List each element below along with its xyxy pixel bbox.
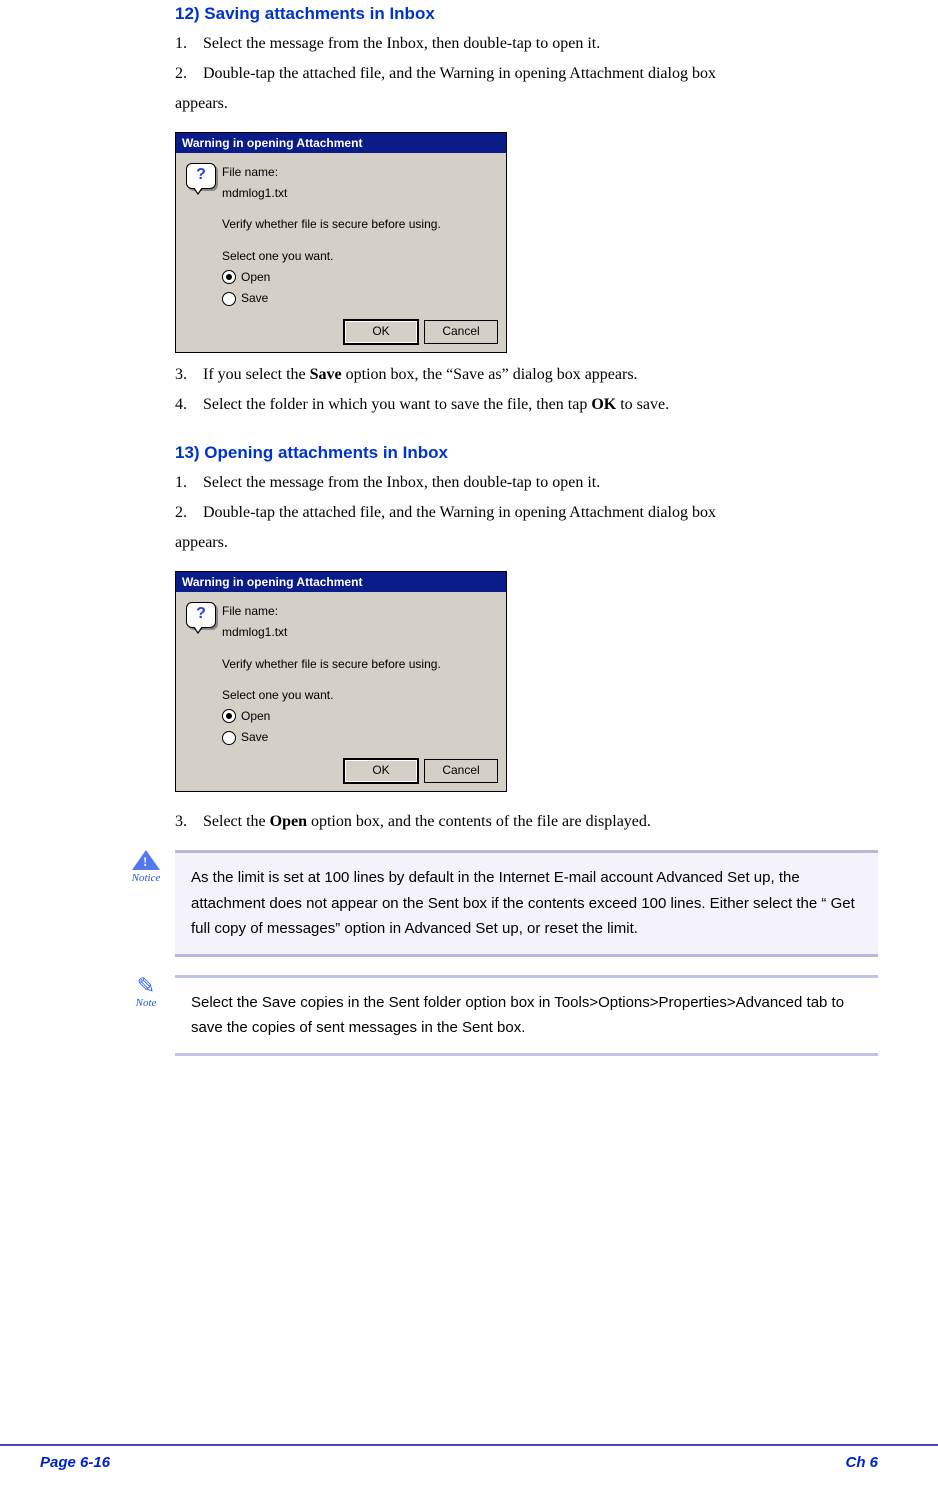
radio-save[interactable]: Save (222, 289, 496, 308)
step-number: 1. (175, 32, 199, 56)
verify-text: Verify whether file is secure before usi… (222, 215, 496, 234)
question-balloon-icon: ? (186, 602, 222, 749)
step-text: If you select the Save option box, the “… (203, 366, 638, 383)
filename-label: File name: (222, 602, 496, 621)
step-number: 2. (175, 501, 199, 525)
step-number: 3. (175, 810, 199, 834)
select-text: Select one you want. (222, 686, 496, 705)
note-label: Note (125, 997, 167, 1009)
step-12-1: 1. Select the message from the Inbox, th… (175, 32, 878, 56)
notice-label: Notice (125, 872, 167, 884)
filename-label: File name: (222, 163, 496, 182)
step-text: Select the Open option box, and the cont… (203, 813, 651, 830)
question-balloon-icon: ? (186, 163, 222, 310)
section-12-heading: 12) Saving attachments in Inbox (175, 4, 878, 24)
step-text: Select the message from the Inbox, then … (203, 474, 600, 491)
step-text: Select the message from the Inbox, then … (203, 35, 600, 52)
radio-open[interactable]: Open (222, 707, 496, 726)
page-footer: Page 6-16 Ch 6 (0, 1444, 938, 1491)
ok-button[interactable]: OK (344, 759, 418, 783)
step-text: Select the folder in which you want to s… (203, 396, 669, 413)
step-12-2: 2. Double-tap the attached file, and the… (175, 62, 878, 86)
warning-attachment-dialog: Warning in opening Attachment ? File nam… (175, 132, 507, 353)
chapter-label: Ch 6 (845, 1454, 878, 1471)
filename-value: mdmlog1.txt (222, 184, 496, 203)
step-text: Double-tap the attached file, and the Wa… (203, 504, 716, 521)
dialog-title: Warning in opening Attachment (176, 133, 506, 153)
radio-icon (222, 731, 236, 745)
verify-text: Verify whether file is secure before usi… (222, 655, 496, 674)
page-number: Page 6-16 (40, 1454, 110, 1471)
step-12-3: 3. If you select the Save option box, th… (175, 363, 878, 387)
step-text: Double-tap the attached file, and the Wa… (203, 65, 716, 82)
step-number: 3. (175, 363, 199, 387)
notice-icon: Notice (125, 850, 167, 884)
note-text: Select the Save copies in the Sent folde… (175, 975, 878, 1056)
ok-button[interactable]: OK (344, 320, 418, 344)
filename-value: mdmlog1.txt (222, 623, 496, 642)
note-callout: ✎ Note Select the Save copies in the Sen… (175, 975, 878, 1056)
dialog-title: Warning in opening Attachment (176, 572, 506, 592)
radio-open-label: Open (241, 707, 270, 726)
step-12-4: 4. Select the folder in which you want t… (175, 393, 878, 417)
step-12-2-continued: appears. (175, 92, 878, 116)
step-number: 1. (175, 471, 199, 495)
radio-open[interactable]: Open (222, 268, 496, 287)
note-icon: ✎ Note (125, 975, 167, 1009)
notice-callout: Notice As the limit is set at 100 lines … (175, 850, 878, 957)
section-13-heading: 13) Opening attachments in Inbox (175, 443, 878, 463)
radio-icon (222, 709, 236, 723)
step-number: 2. (175, 62, 199, 86)
cancel-button[interactable]: Cancel (424, 759, 498, 783)
radio-save-label: Save (241, 289, 268, 308)
radio-icon (222, 292, 236, 306)
radio-open-label: Open (241, 268, 270, 287)
step-13-1: 1. Select the message from the Inbox, th… (175, 471, 878, 495)
radio-save-label: Save (241, 728, 268, 747)
radio-save[interactable]: Save (222, 728, 496, 747)
radio-icon (222, 270, 236, 284)
step-number: 4. (175, 393, 199, 417)
step-13-2-continued: appears. (175, 531, 878, 555)
warning-attachment-dialog: Warning in opening Attachment ? File nam… (175, 571, 507, 792)
step-13-2: 2. Double-tap the attached file, and the… (175, 501, 878, 525)
select-text: Select one you want. (222, 247, 496, 266)
cancel-button[interactable]: Cancel (424, 320, 498, 344)
notice-text: As the limit is set at 100 lines by defa… (175, 850, 878, 957)
step-13-3: 3. Select the Open option box, and the c… (175, 810, 878, 834)
